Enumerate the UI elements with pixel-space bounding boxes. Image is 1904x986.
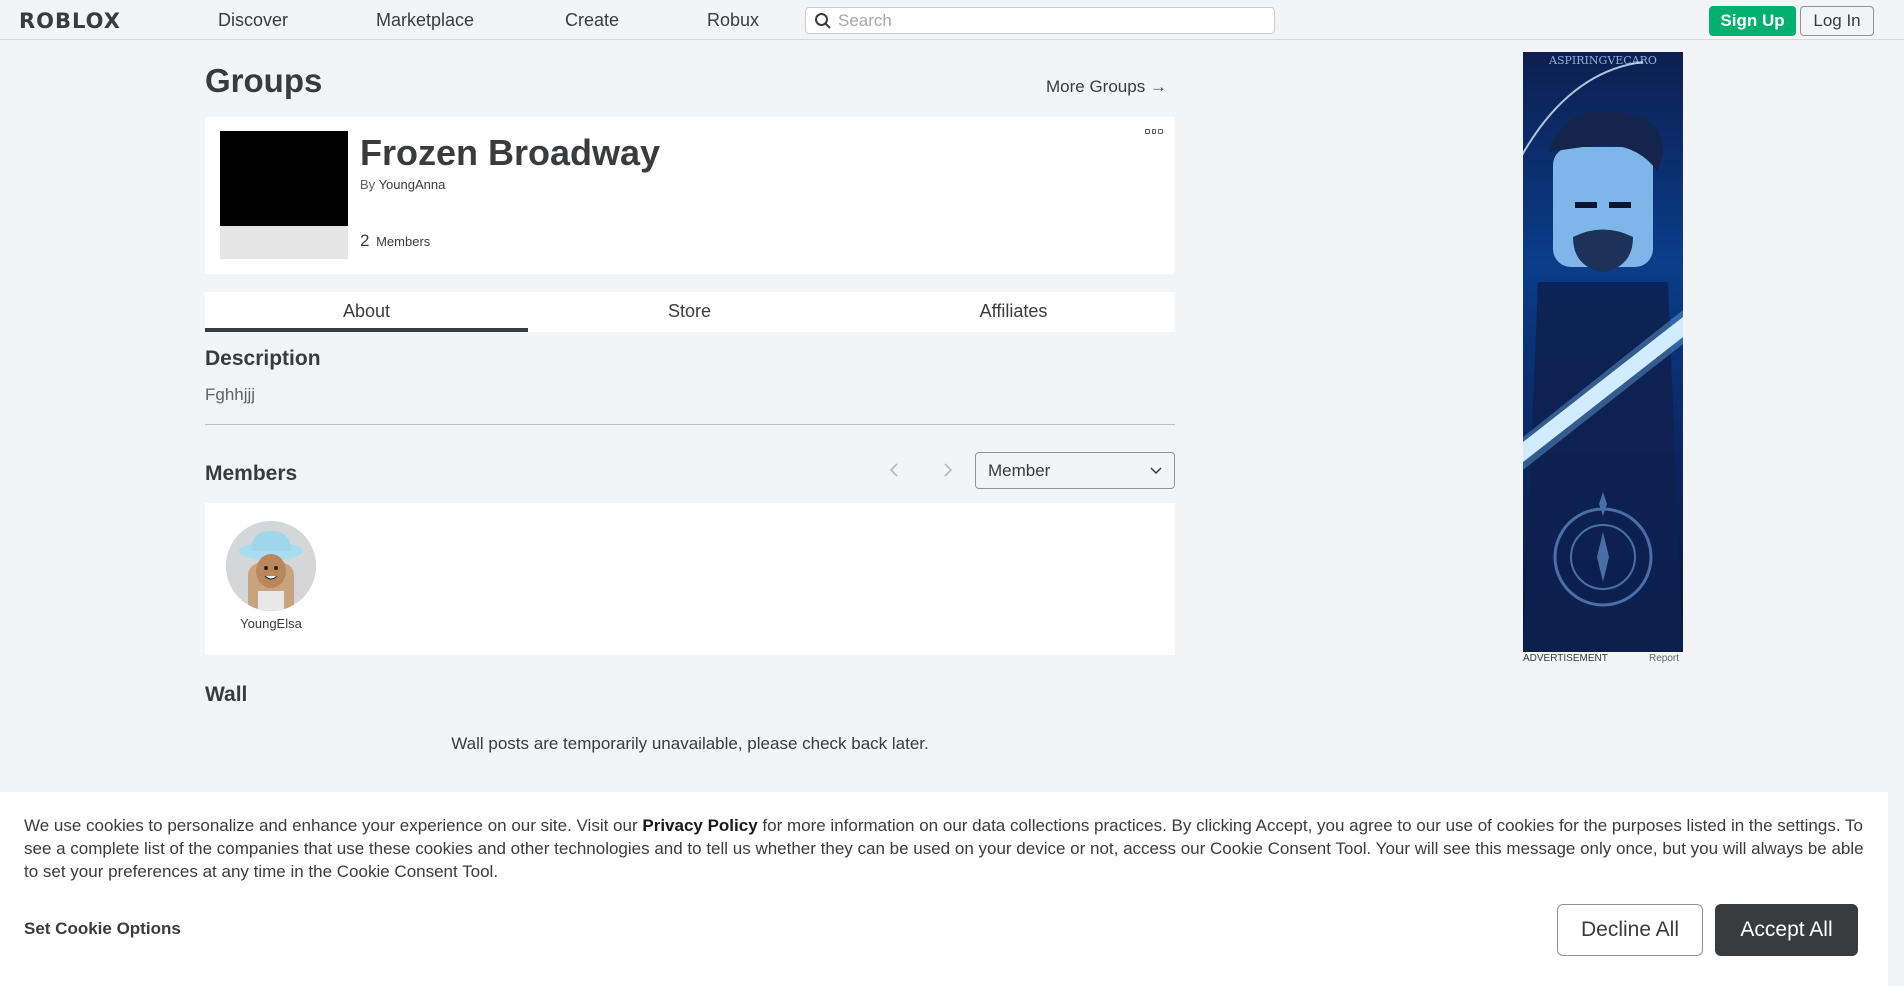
search-box <box>805 7 1275 34</box>
description-heading: Description <box>205 347 321 370</box>
sign-up-button[interactable]: Sign Up <box>1709 6 1796 36</box>
group-tabs: About Store Affiliates <box>205 292 1175 332</box>
report-ad-link[interactable]: Report <box>1649 653 1679 664</box>
advertisement-banner[interactable]: ASPIRINGVECARO <box>1523 52 1683 652</box>
tab-about[interactable]: About <box>205 292 528 332</box>
set-cookie-options-link[interactable]: Set Cookie Options <box>24 919 181 939</box>
group-name: Frozen Broadway <box>360 132 661 173</box>
cookie-consent-banner: We use cookies to personalize and enhanc… <box>0 792 1888 986</box>
nav-link-create[interactable]: Create <box>565 10 619 31</box>
members-list: YoungElsa <box>205 503 1175 655</box>
tab-affiliates[interactable]: Affiliates <box>852 292 1175 332</box>
roblox-logo[interactable]: ROBLOX <box>19 9 121 33</box>
tab-store[interactable]: Store <box>528 292 851 332</box>
member-count-label: Members <box>376 234 431 249</box>
role-dropdown[interactable]: Member <box>975 452 1175 489</box>
members-heading: Members <box>205 462 298 485</box>
wall-unavailable-message: Wall posts are temporarily unavailable, … <box>451 734 929 753</box>
member-count-value: 2 <box>360 231 370 250</box>
member-name[interactable]: YoungElsa <box>210 616 332 631</box>
advertisement-label: ADVERTISEMENT <box>1523 653 1608 664</box>
search-icon[interactable] <box>814 12 832 30</box>
avatar[interactable] <box>226 521 316 611</box>
more-options-icon[interactable] <box>1145 129 1164 137</box>
group-header-card: Frozen Broadway By YoungAnna 2 Members <box>205 117 1175 274</box>
nav-link-discover[interactable]: Discover <box>218 10 288 31</box>
chevron-down-icon <box>1150 467 1162 475</box>
page-title: Groups <box>205 62 323 99</box>
privacy-policy-link[interactable]: Privacy Policy <box>642 816 757 835</box>
prev-page-icon[interactable] <box>884 460 904 480</box>
group-emblem <box>220 131 348 259</box>
by-label: By <box>360 177 376 192</box>
search-input[interactable] <box>838 10 1258 31</box>
group-member-count: 2 Members <box>360 231 430 251</box>
wall-heading: Wall <box>205 683 248 706</box>
section-divider <box>205 424 1175 425</box>
top-navigation-bar: ROBLOX Discover Marketplace Create Robux… <box>0 0 1904 40</box>
nav-link-robux[interactable]: Robux <box>707 10 759 31</box>
more-groups-link[interactable]: More Groups → <box>1046 77 1167 97</box>
group-owner-link[interactable]: YoungAnna <box>379 177 446 192</box>
decline-all-button[interactable]: Decline All <box>1557 904 1703 956</box>
description-text: Fghhjjj <box>205 385 256 404</box>
log-in-button[interactable]: Log In <box>1800 6 1874 36</box>
group-owner-line: By YoungAnna <box>360 177 445 192</box>
role-dropdown-value: Member <box>988 461 1051 480</box>
next-page-icon[interactable] <box>938 460 958 480</box>
accept-all-button[interactable]: Accept All <box>1715 904 1858 956</box>
cookie-consent-text: We use cookies to personalize and enhanc… <box>24 816 1864 881</box>
nav-link-marketplace[interactable]: Marketplace <box>376 10 474 31</box>
ad-brand-text: ASPIRINGVECARO <box>1548 54 1657 67</box>
